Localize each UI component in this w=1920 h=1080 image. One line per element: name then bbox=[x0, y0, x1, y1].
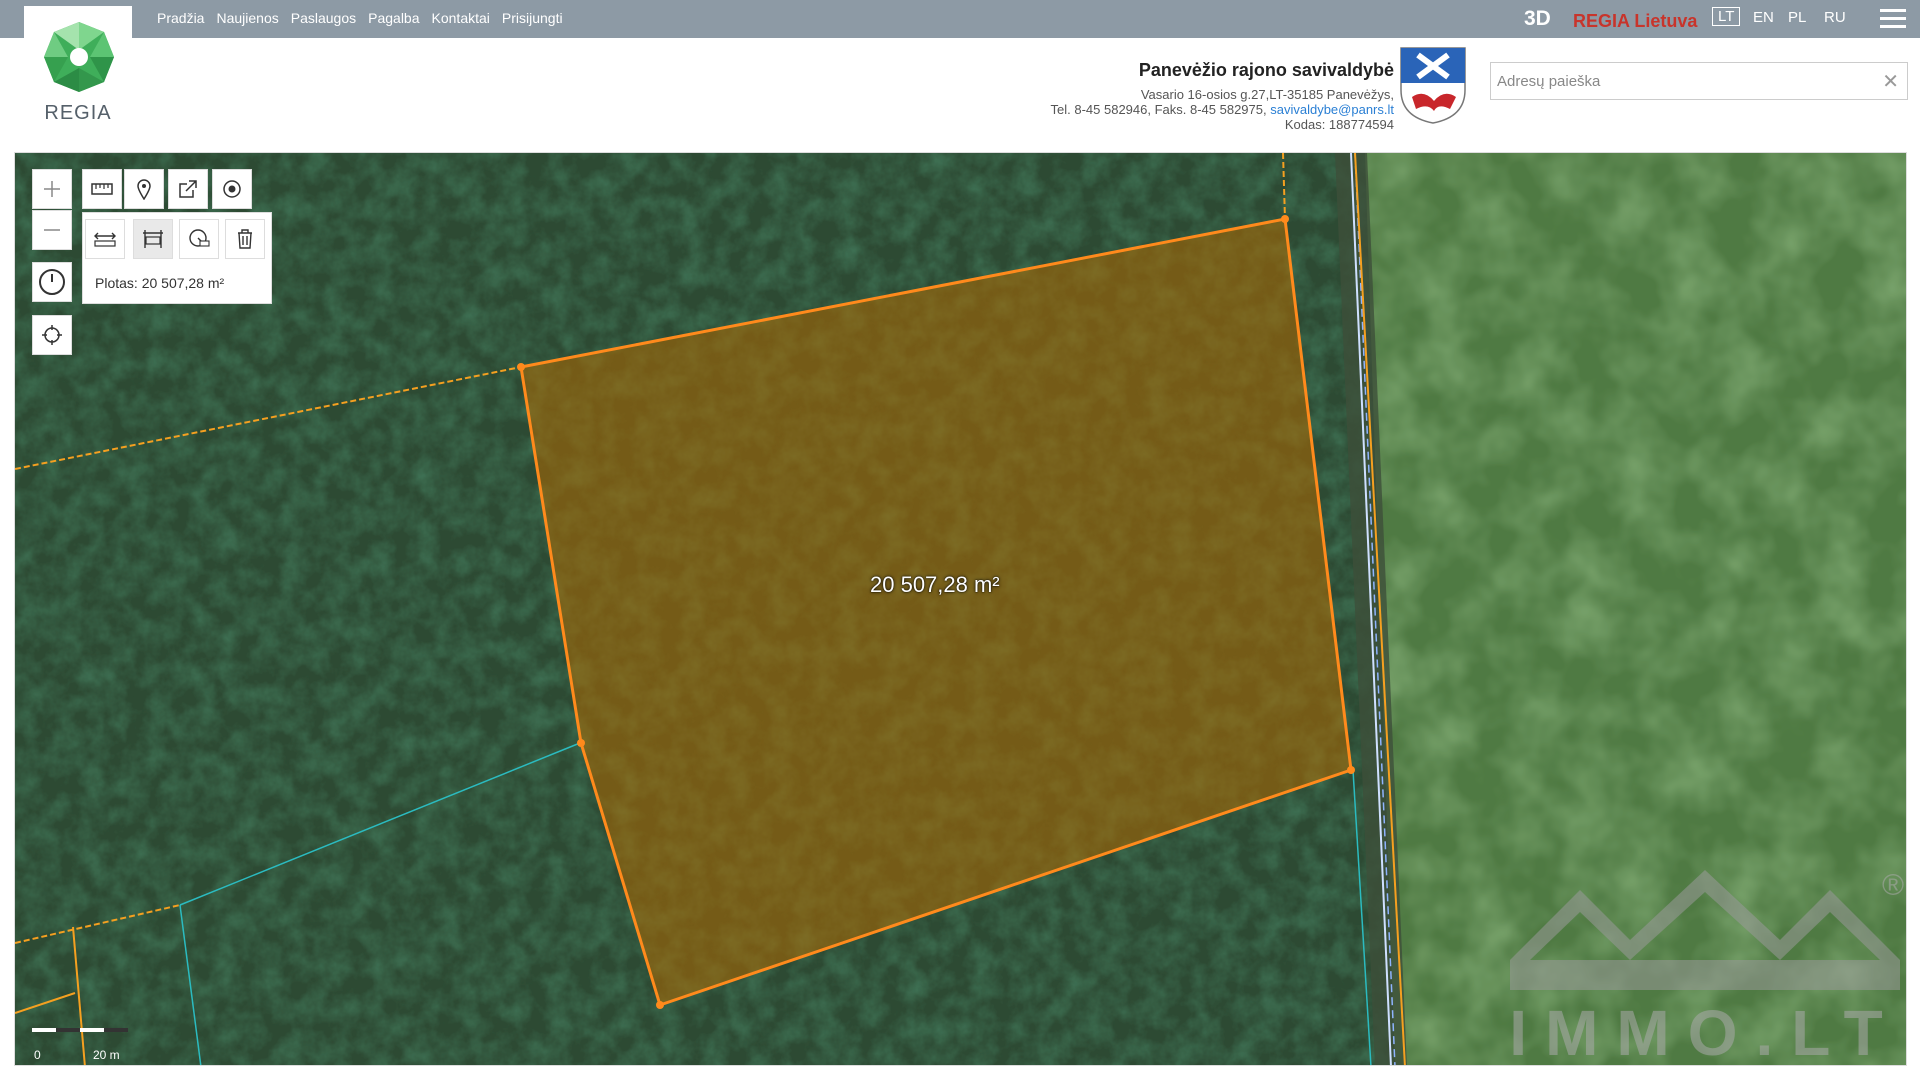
municipality-address: Vasario 16-osios g.27,LT-35185 Panevėžys… bbox=[1140, 87, 1394, 102]
share-icon bbox=[179, 180, 197, 198]
regia-gem-icon bbox=[44, 22, 114, 92]
measure-panel: Plotas: 20 507,28 m² bbox=[82, 212, 272, 304]
municipality-contacts: Vasario 16-osios g.27,LT-35185 Panevėžys… bbox=[1051, 87, 1394, 132]
municipality-email[interactable]: savivaldybe@panrs.lt bbox=[1270, 102, 1394, 117]
regia-logo[interactable]: REGIA bbox=[24, 6, 132, 148]
clock-icon bbox=[39, 269, 65, 295]
measure-button[interactable] bbox=[82, 169, 122, 209]
nav-login[interactable]: Prisijungti bbox=[502, 10, 563, 26]
regia-lietuva-link[interactable]: REGIA Lietuva bbox=[1573, 11, 1697, 32]
area-label: 20 507,28 m² bbox=[870, 572, 1000, 597]
municipality-phone: Tel. 8-45 582946, Faks. 8-45 582975, bbox=[1050, 102, 1267, 117]
measure-radius-icon bbox=[189, 229, 210, 247]
share-button[interactable] bbox=[168, 169, 208, 209]
scale-bar bbox=[32, 1028, 128, 1032]
search-input[interactable] bbox=[1491, 63, 1861, 99]
watermark-text: IMMO.LT bbox=[1509, 997, 1900, 1065]
measure-radius-button[interactable] bbox=[179, 219, 219, 259]
history-button[interactable] bbox=[32, 262, 72, 302]
area-readout: Plotas: 20 507,28 m² bbox=[95, 275, 225, 291]
lang-lt[interactable]: LT bbox=[1712, 7, 1741, 26]
immo-watermark-logo: IMMO.LT ® bbox=[1509, 869, 1904, 1065]
menu-icon[interactable] bbox=[1880, 9, 1906, 29]
measure-distance-button[interactable] bbox=[85, 219, 125, 259]
plus-icon bbox=[44, 181, 60, 197]
municipality-code: Kodas: 188774594 bbox=[1284, 117, 1394, 132]
municipality-phone-line: Tel. 8-45 582946, Faks. 8-45 582975, sav… bbox=[1051, 102, 1394, 117]
ruler-icon bbox=[91, 183, 113, 195]
zoom-out-button[interactable] bbox=[32, 210, 72, 250]
measure-area-button[interactable] bbox=[133, 219, 173, 259]
registered-mark: ® bbox=[1882, 869, 1904, 902]
zoom-in-button[interactable] bbox=[32, 169, 72, 209]
address-search: ✕ bbox=[1490, 62, 1908, 100]
trash-icon bbox=[238, 229, 252, 249]
locate-button[interactable] bbox=[32, 315, 72, 355]
marker-button[interactable] bbox=[124, 169, 164, 209]
delete-button[interactable] bbox=[225, 219, 265, 259]
nav-help[interactable]: Pagalba bbox=[368, 10, 419, 26]
lang-ru[interactable]: RU bbox=[1824, 9, 1846, 26]
nav-services[interactable]: Paslaugos bbox=[291, 10, 356, 26]
crosshair-icon bbox=[42, 325, 62, 345]
scale-start-label: 0 bbox=[34, 1048, 41, 1062]
clear-icon[interactable]: ✕ bbox=[1882, 69, 1899, 94]
nav-news[interactable]: Naujienos bbox=[216, 10, 278, 26]
top-bar: Pradžia Naujienos Paslaugos Pagalba Kont… bbox=[0, 0, 1920, 38]
coat-of-arms-icon bbox=[1400, 47, 1466, 124]
scale-end-label: 20 m bbox=[93, 1048, 120, 1062]
nav-home[interactable]: Pradžia bbox=[157, 10, 204, 26]
map-pin-icon bbox=[137, 179, 151, 200]
lang-en[interactable]: EN bbox=[1753, 9, 1774, 26]
nav-contacts[interactable]: Kontaktai bbox=[432, 10, 490, 26]
main-nav: Pradžia Naujienos Paslaugos Pagalba Kont… bbox=[157, 10, 563, 26]
logo-text: REGIA bbox=[44, 102, 112, 124]
measure-distance-icon bbox=[94, 232, 116, 247]
minus-icon bbox=[44, 229, 60, 231]
measure-area-icon bbox=[143, 230, 163, 248]
lang-pl[interactable]: PL bbox=[1788, 9, 1806, 26]
target-button[interactable] bbox=[212, 169, 252, 209]
3d-button[interactable]: 3D bbox=[1524, 7, 1551, 31]
target-icon bbox=[223, 180, 241, 198]
municipality-title: Panevėžio rajono savivaldybė bbox=[1138, 60, 1394, 80]
